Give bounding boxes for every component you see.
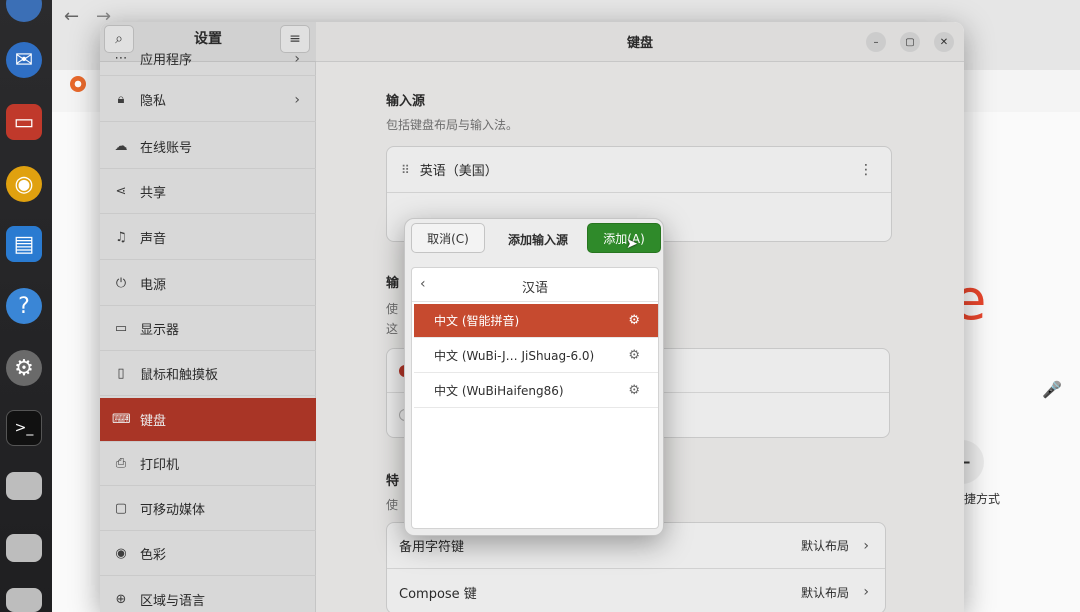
gear-icon[interactable]: ⚙: [628, 313, 640, 328]
favicon-icon: [70, 76, 86, 92]
gear-icon[interactable]: ⚙: [628, 348, 640, 363]
source-label: 中文 (WuBiHaifeng86): [434, 384, 564, 398]
rhythmbox-icon[interactable]: ◉: [6, 166, 42, 202]
language-header[interactable]: ‹ 汉语: [412, 268, 658, 302]
writer-icon[interactable]: ▤: [6, 226, 42, 262]
source-label: 中文 (WuBi-J… JiShuag-6.0): [434, 349, 595, 363]
dialog-title: 添加输入源: [507, 233, 568, 247]
dialog-header: 取消(C) 添加输入源 添加(A): [405, 219, 663, 261]
language-title: 汉语: [521, 281, 548, 296]
list-item[interactable]: 中文 (WuBi-J… JiShuag-6.0) ⚙: [414, 339, 658, 373]
add-input-source-dialog: 取消(C) 添加输入源 添加(A) ‹ 汉语 中文 (智能拼音) ⚙ 中文 (W…: [404, 218, 664, 536]
drive-icon[interactable]: [6, 588, 42, 612]
help-icon[interactable]: ?: [6, 288, 42, 324]
chromium-icon[interactable]: [6, 0, 42, 22]
input-source-list: ‹ 汉语 中文 (智能拼音) ⚙ 中文 (WuBi-J… JiShuag-6.0…: [411, 267, 659, 529]
terminal-icon[interactable]: >_: [6, 410, 42, 446]
settings-icon[interactable]: ⚙: [6, 350, 42, 386]
microphone-icon[interactable]: 🎤: [1042, 380, 1062, 399]
drive-icon[interactable]: [6, 472, 42, 500]
drive-icon[interactable]: [6, 534, 42, 562]
back-icon[interactable]: ←: [64, 6, 79, 27]
files-icon[interactable]: ▭: [6, 104, 42, 140]
list-item[interactable]: 中文 (WuBiHaifeng86) ⚙: [414, 374, 658, 408]
source-label: 中文 (智能拼音): [434, 314, 520, 328]
thunderbird-icon[interactable]: ✉: [6, 42, 42, 78]
mouse-cursor-icon: ➤: [626, 236, 638, 252]
list-item[interactable]: 中文 (智能拼音) ⚙: [414, 304, 658, 338]
dock: ✉ ▭ ◉ ▤ ? ⚙ >_: [0, 0, 52, 612]
cancel-button[interactable]: 取消(C): [411, 223, 485, 253]
gear-icon[interactable]: ⚙: [628, 383, 640, 398]
add-button[interactable]: 添加(A): [587, 223, 661, 253]
